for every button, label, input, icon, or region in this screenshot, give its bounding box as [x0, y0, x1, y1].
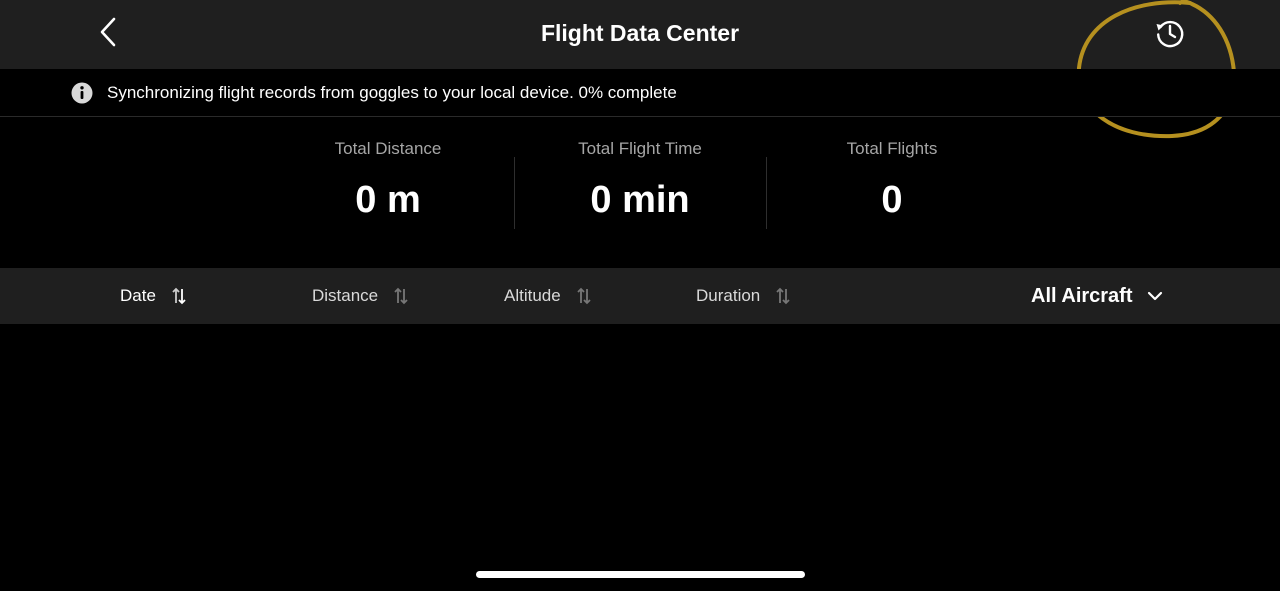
sync-banner: Synchronizing flight records from goggle…: [0, 69, 1280, 117]
stat-total-flight-time: Total Flight Time 0 min: [514, 139, 766, 222]
flight-stats-summary: Total Distance 0 m Total Flight Time 0 m…: [0, 117, 1280, 267]
sort-icon: [577, 287, 591, 305]
stat-label: Total Distance: [334, 139, 442, 158]
sort-label: Altitude: [504, 286, 561, 305]
aircraft-filter-dropdown[interactable]: All Aircraft: [1031, 268, 1163, 324]
sort-label: Distance: [312, 286, 379, 305]
page-title: Flight Data Center: [540, 20, 740, 46]
aircraft-filter-label: All Aircraft: [1031, 284, 1133, 307]
sort-icon: [394, 287, 408, 305]
sort-icon: [776, 287, 790, 305]
sort-icon: [172, 287, 186, 305]
history-clock-icon: [1153, 16, 1187, 55]
home-indicator[interactable]: [476, 571, 805, 578]
sort-by-altitude[interactable]: Altitude: [504, 268, 591, 324]
chevron-left-icon: [98, 16, 118, 53]
sort-by-date[interactable]: Date: [120, 268, 186, 324]
sort-label: Duration: [696, 286, 761, 305]
stat-value: 0 m: [355, 179, 421, 221]
stat-value: 0 min: [590, 179, 690, 221]
top-header: Flight Data Center: [0, 0, 1280, 69]
flight-data-center-screen: Flight Data Center Synchronizing flight …: [0, 0, 1280, 591]
chevron-down-icon: [1147, 288, 1163, 304]
stat-label: Total Flight Time: [578, 139, 702, 158]
stat-label: Total Flights: [846, 139, 938, 158]
stat-total-flights: Total Flights 0: [766, 139, 1018, 222]
sync-message: Synchronizing flight records from goggle…: [107, 82, 677, 102]
history-button[interactable]: [1150, 15, 1190, 55]
sort-label: Date: [120, 286, 156, 305]
info-icon: [71, 82, 93, 104]
sort-bar: Date Distance Altitude Duration All Airc…: [0, 268, 1280, 324]
back-button[interactable]: [90, 14, 126, 54]
sort-by-duration[interactable]: Duration: [696, 268, 790, 324]
sort-by-distance[interactable]: Distance: [312, 268, 408, 324]
stat-value: 0: [881, 179, 903, 221]
stat-total-distance: Total Distance 0 m: [262, 139, 514, 222]
